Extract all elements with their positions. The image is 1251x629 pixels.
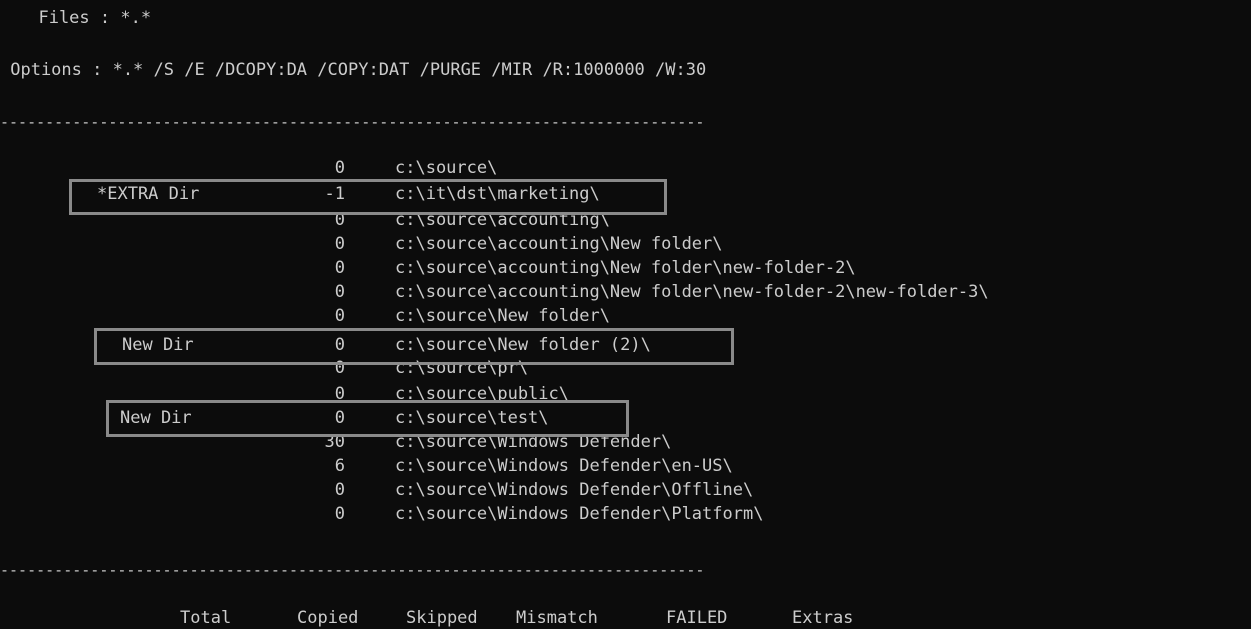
row-count: 0 (334, 234, 345, 254)
row-count: 0 (334, 480, 345, 500)
console-window: Files : *.* Options : *.* /S /E /DCOPY:D… (0, 0, 1251, 628)
row-path: c:\source\Windows Defender\Platform\ (395, 504, 764, 524)
directory-row: 0 c:\source\ (0, 158, 1251, 179)
row-count: 0 (334, 158, 345, 178)
row-path: c:\source\New folder\ (395, 306, 610, 326)
directory-row: 0 c:\source\New folder\ (0, 306, 1251, 327)
row-count: 6 (334, 456, 345, 476)
directory-row: 0 c:\source\accounting\New folder\ (0, 234, 1251, 255)
highlight-new-dir-1 (94, 328, 734, 365)
highlight-extra-dir (69, 179, 667, 215)
row-count: 0 (334, 306, 345, 326)
header-copied: Copied (297, 608, 359, 628)
row-path: c:\source\accounting\New folder\new-fold… (395, 258, 856, 278)
row-path: c:\source\Windows Defender\Offline\ (395, 480, 754, 500)
header-skipped: Skipped (406, 608, 478, 628)
directory-row: 0 c:\source\accounting\New folder\new-fol… (0, 258, 1251, 279)
row-count: 0 (334, 504, 345, 524)
row-path: c:\source\Windows Defender\en-US\ (395, 456, 733, 476)
header-extras: Extras (792, 608, 854, 628)
files-line: Files : *.* (18, 8, 152, 28)
separator-top: ----------------------------------------… (0, 113, 705, 131)
row-path: c:\source\accounting\New folder\new-fold… (395, 282, 989, 302)
row-count: 0 (334, 282, 345, 302)
header-total: Total (180, 608, 232, 628)
options-line: Options : *.* /S /E /DCOPY:DA /COPY:DAT … (0, 60, 707, 80)
row-path: c:\source\ (395, 158, 498, 178)
highlight-new-dir-2 (106, 400, 629, 437)
separator-bottom: ----------------------------------------… (0, 561, 705, 579)
header-mismatch: Mismatch (516, 608, 598, 628)
directory-row: 0 c:\source\Windows Defender\Offline\ (0, 480, 1251, 501)
header-failed: FAILED (666, 608, 728, 628)
directory-row: 6 c:\source\Windows Defender\en-US\ (0, 456, 1251, 477)
row-path: c:\source\accounting\New folder\ (395, 234, 723, 254)
directory-row: 0 c:\source\Windows Defender\Platform\ (0, 504, 1251, 525)
row-count: 0 (334, 258, 345, 278)
directory-row: 0 c:\source\accounting\New folder\new-fol… (0, 282, 1251, 303)
